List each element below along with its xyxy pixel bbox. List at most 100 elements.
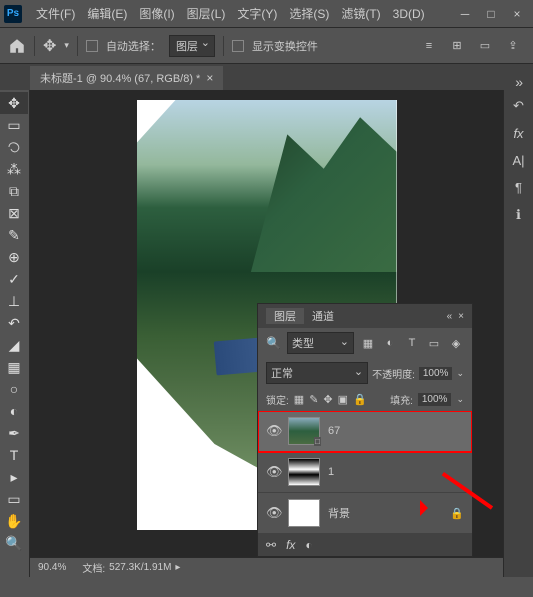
history-panel-icon[interactable]: ↶ — [513, 98, 524, 114]
visibility-eye-icon[interactable]: 👁 — [266, 464, 280, 480]
filter-text-icon[interactable]: T — [404, 336, 420, 350]
canvas-area: 90.4% 文档: 527.3K/1.91M ▸ 图层 通道 « × 🔍 类型 — [30, 90, 503, 577]
panel-close-icon[interactable]: × — [458, 311, 464, 322]
align-icon[interactable]: ≡ — [417, 34, 441, 58]
fill-value[interactable]: 100% — [418, 393, 452, 406]
document-tab-title: 未标题-1 @ 90.4% (67, RGB/8) * — [40, 70, 200, 86]
layer-filter-type-dropdown[interactable]: 类型 — [287, 332, 354, 354]
path-selection-tool[interactable]: ▸ — [0, 466, 28, 488]
layer-name[interactable]: 1 — [328, 466, 334, 478]
move-tool[interactable]: ✥ — [0, 92, 28, 114]
minimize-button[interactable]: ─ — [453, 4, 477, 24]
zoom-tool[interactable]: 🔍 — [0, 532, 28, 554]
close-button[interactable]: × — [505, 4, 529, 24]
status-menu-icon[interactable]: ▸ — [175, 562, 180, 573]
layer-thumbnail[interactable] — [288, 458, 320, 486]
toolbox: ✥ ▭ ⁂ ⧉ ⊠ ✎ ⊕ ✓ ⊥ ↶ ◢ ▦ ○ ◐ ✒ T ▸ ▭ ✋ 🔍 — [0, 90, 30, 577]
history-brush-tool[interactable]: ↶ — [0, 312, 28, 334]
layers-panel-footer: ⚯ fx ◐ — [258, 534, 472, 556]
eyedropper-tool[interactable]: ✎ — [0, 224, 28, 246]
fill-chevron-icon[interactable]: ⌄ — [456, 394, 464, 405]
layer-name[interactable]: 背景 — [328, 505, 350, 521]
info-panel-icon[interactable]: ℹ — [516, 207, 521, 223]
auto-select-label: 自动选择： — [106, 38, 161, 54]
ps-logo: Ps — [4, 5, 22, 23]
menu-edit[interactable]: 编辑(E) — [81, 5, 133, 22]
filter-shape-icon[interactable]: ▭ — [426, 336, 442, 350]
blur-tool[interactable]: ○ — [0, 378, 28, 400]
lock-transparency-icon[interactable]: ▦ — [294, 393, 304, 406]
healing-brush-tool[interactable]: ⊕ — [0, 246, 28, 268]
frame-tool[interactable]: ⊠ — [0, 202, 28, 224]
channels-tab[interactable]: 通道 — [304, 308, 342, 324]
show-transform-checkbox[interactable] — [232, 40, 244, 52]
lock-artboard-icon[interactable]: ▣ — [338, 393, 348, 406]
menu-type[interactable]: 文字(Y) — [231, 5, 283, 22]
share-icon[interactable]: ⇪ — [501, 34, 525, 58]
move-tool-icon: ✥ — [43, 36, 56, 56]
filesize-label: 文档: — [82, 560, 105, 575]
character-panel-icon[interactable]: A| — [512, 153, 524, 168]
maximize-button[interactable]: □ — [479, 4, 503, 24]
title-bar: Ps 文件(F) 编辑(E) 图像(I) 图层(L) 文字(Y) 选择(S) 滤… — [0, 0, 533, 28]
3d-mode-icon[interactable]: ▭ — [473, 34, 497, 58]
text-tool[interactable]: T — [0, 444, 28, 466]
brush-tool[interactable]: ✓ — [0, 268, 28, 290]
layer-thumbnail[interactable] — [288, 499, 320, 527]
layer-mask-icon[interactable]: ◐ — [305, 538, 312, 552]
filter-pixel-icon[interactable]: ▦ — [360, 336, 376, 350]
layers-tab[interactable]: 图层 — [266, 308, 304, 324]
lock-image-icon[interactable]: ✎ — [309, 393, 318, 406]
styles-panel-icon[interactable]: fx — [513, 126, 523, 141]
menu-filter[interactable]: 滤镜(T) — [335, 5, 386, 22]
auto-select-target-dropdown[interactable]: 图层 — [169, 35, 215, 57]
opacity-value[interactable]: 100% — [419, 367, 453, 380]
layer-item[interactable]: 👁 67 — [258, 411, 472, 452]
panel-collapse-icon[interactable]: « — [447, 311, 453, 322]
document-tab[interactable]: 未标题-1 @ 90.4% (67, RGB/8) * × — [30, 66, 223, 90]
layer-style-icon[interactable]: fx — [286, 538, 295, 552]
hand-tool[interactable]: ✋ — [0, 510, 28, 532]
layers-panel: 图层 通道 « × 🔍 类型 ▦ ◐ T ▭ ◈ 正常 — [257, 303, 473, 557]
eraser-tool[interactable]: ◢ — [0, 334, 28, 356]
auto-select-checkbox[interactable] — [86, 40, 98, 52]
visibility-eye-icon[interactable]: 👁 — [266, 505, 280, 521]
lasso-tool[interactable] — [0, 136, 28, 158]
blend-mode-dropdown[interactable]: 正常 — [266, 362, 368, 384]
menu-3d[interactable]: 3D(D) — [387, 7, 431, 21]
zoom-level[interactable]: 90.4% — [38, 562, 66, 573]
layer-item[interactable]: 👁 1 — [258, 452, 472, 493]
marquee-tool[interactable]: ▭ — [0, 114, 28, 136]
tab-overflow-menu[interactable]: » — [505, 74, 533, 90]
visibility-eye-icon[interactable]: 👁 — [266, 423, 280, 439]
pen-tool[interactable]: ✒ — [0, 422, 28, 444]
gradient-tool[interactable]: ▦ — [0, 356, 28, 378]
clone-stamp-tool[interactable]: ⊥ — [0, 290, 28, 312]
shape-tool[interactable]: ▭ — [0, 488, 28, 510]
layer-item[interactable]: 👁 背景 🔒 — [258, 493, 472, 534]
link-layers-icon[interactable]: ⚯ — [266, 538, 276, 552]
collapsed-panels: ↶ fx A| ¶ ℹ — [503, 90, 533, 577]
filesize-value: 527.3K/1.91M — [109, 562, 171, 573]
menu-image[interactable]: 图像(I) — [133, 5, 180, 22]
layer-name[interactable]: 67 — [328, 425, 340, 437]
menu-file[interactable]: 文件(F) — [30, 5, 81, 22]
dodge-tool[interactable]: ◐ — [0, 400, 28, 422]
filter-adjustment-icon[interactable]: ◐ — [382, 336, 398, 350]
menu-select[interactable]: 选择(S) — [283, 5, 335, 22]
paragraph-panel-icon[interactable]: ¶ — [515, 180, 522, 195]
layer-thumbnail[interactable] — [288, 417, 320, 445]
distribute-icon[interactable]: ⊞ — [445, 34, 469, 58]
lock-position-icon[interactable]: ✥ — [323, 393, 332, 406]
opacity-chevron-icon[interactable]: ⌄ — [456, 368, 464, 379]
magic-wand-tool[interactable]: ⁂ — [0, 158, 28, 180]
home-icon[interactable] — [8, 37, 26, 55]
layer-list: 👁 67 👁 1 👁 背景 🔒 — [258, 411, 472, 534]
search-icon[interactable]: 🔍 — [266, 336, 281, 350]
tab-close-icon[interactable]: × — [206, 71, 213, 85]
filter-smartobject-icon[interactable]: ◈ — [448, 336, 464, 350]
lock-all-icon[interactable]: 🔒 — [353, 393, 367, 406]
menu-layer[interactable]: 图层(L) — [181, 5, 232, 22]
crop-tool[interactable]: ⧉ — [0, 180, 28, 202]
fill-label: 填充: — [390, 392, 413, 407]
